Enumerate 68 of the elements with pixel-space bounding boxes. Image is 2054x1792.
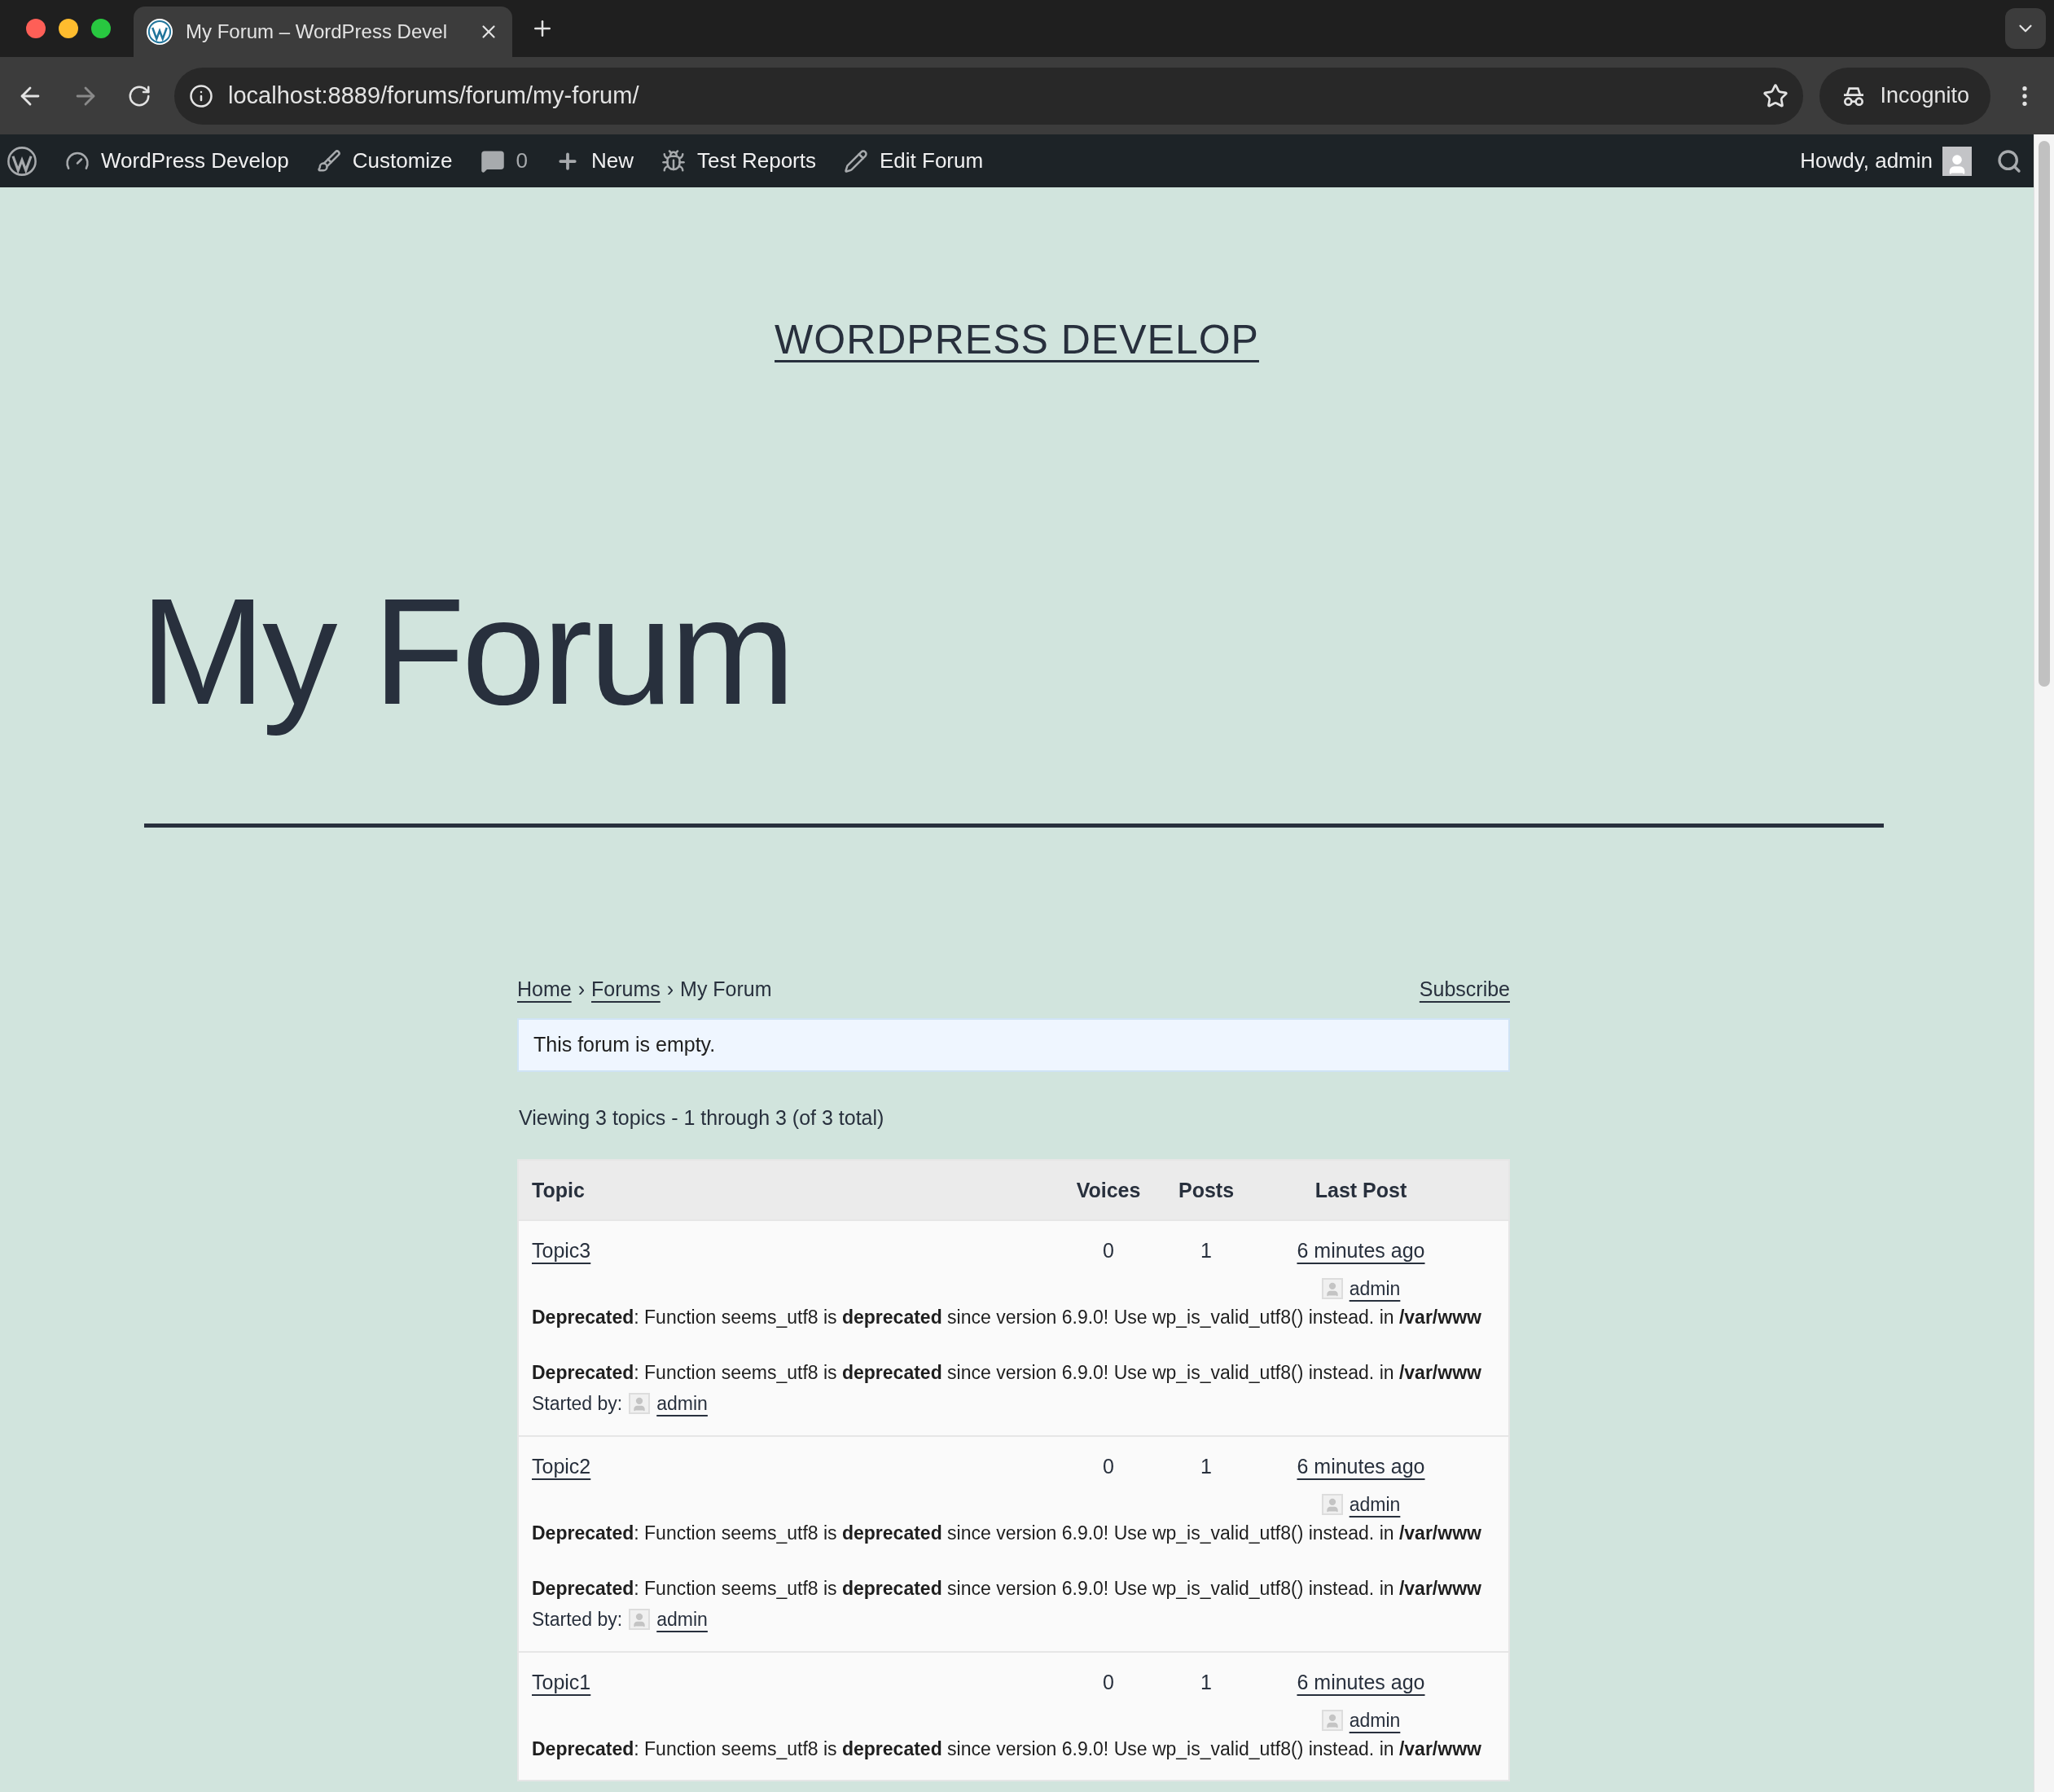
- breadcrumb-separator: ›: [577, 977, 585, 1003]
- column-header: Topic: [532, 1177, 586, 1203]
- tab-search-button[interactable]: [2005, 8, 2046, 49]
- topic-link[interactable]: Topic3: [532, 1236, 591, 1267]
- avatar-icon: [1942, 146, 1972, 176]
- notice-box: This forum is empty.: [517, 1017, 1510, 1072]
- avatar-icon: [1321, 1278, 1343, 1299]
- breadcrumb-separator: ›: [666, 977, 674, 1003]
- voices-count: 0: [1102, 1238, 1115, 1264]
- wordpress-icon[interactable]: [147, 20, 172, 44]
- author-link[interactable]: admin: [1349, 1274, 1401, 1303]
- bug-icon: [661, 148, 687, 173]
- author-link[interactable]: admin: [1349, 1706, 1401, 1734]
- deprecation-notice: Deprecated: Function seems_utf8 is deprecated since version 6.9.0! Use wp_is_valid_utf8() instead. in /var/www: [532, 1361, 1482, 1386]
- minimize-window-button[interactable]: [59, 19, 78, 38]
- admin-bar-item[interactable]: Test Reports: [661, 145, 816, 177]
- last-post-link[interactable]: 6 minutes ago: [1297, 1667, 1425, 1698]
- search-icon[interactable]: [1996, 147, 2022, 174]
- avatar-icon: [629, 1392, 651, 1414]
- account-menu[interactable]: Howdy, admin: [1800, 145, 1972, 177]
- incognito-button[interactable]: Incognito: [1819, 67, 1990, 125]
- started-by-label: Started by:: [532, 1607, 623, 1632]
- last-post-link[interactable]: 6 minutes ago: [1297, 1452, 1425, 1482]
- breadcrumb-link[interactable]: Forums: [591, 974, 661, 1005]
- author-link[interactable]: admin: [656, 1605, 708, 1633]
- brush-icon: [316, 148, 341, 173]
- admin-bar-item[interactable]: Edit Forum: [844, 145, 984, 177]
- started-by-label: Started by:: [532, 1391, 623, 1416]
- column-header: Posts: [1177, 1177, 1235, 1203]
- admin-bar-item[interactable]: New: [555, 145, 634, 177]
- tab-title: My Forum – WordPress Devel: [186, 20, 448, 44]
- last-post-link[interactable]: 6 minutes ago: [1297, 1236, 1425, 1267]
- column-header: Last Post: [1314, 1177, 1408, 1203]
- deprecation-notice: Deprecated: Function seems_utf8 is deprecated since version 6.9.0! Use wp_is_valid_utf8() instead. in /var/www: [532, 1522, 1482, 1546]
- posts-count: 1: [1200, 1454, 1213, 1480]
- browser-tab[interactable]: My Forum – WordPress Devel: [134, 7, 512, 57]
- close-window-button[interactable]: [26, 19, 46, 38]
- author-link[interactable]: admin: [656, 1389, 708, 1418]
- column-header: Voices: [1075, 1177, 1142, 1203]
- deprecation-notice: Deprecated: Function seems_utf8 is deprecated since version 6.9.0! Use wp_is_valid_utf8() instead. in /var/www: [532, 1737, 1482, 1761]
- avatar-icon: [1321, 1709, 1343, 1731]
- pencil-icon: [844, 148, 868, 173]
- avatar-icon: [629, 1608, 651, 1630]
- deprecation-notice: Deprecated: Function seems_utf8 is deprecated since version 6.9.0! Use wp_is_valid_utf8() instead. in /var/www: [532, 1577, 1482, 1601]
- admin-bar-item[interactable]: 0: [480, 145, 529, 177]
- breadcrumb-current: My Forum: [680, 977, 772, 1003]
- posts-count: 1: [1200, 1238, 1213, 1264]
- subscribe-link[interactable]: Subscribe: [1419, 974, 1510, 1005]
- avatar-icon: [1321, 1493, 1343, 1515]
- author-link[interactable]: admin: [1349, 1490, 1401, 1519]
- address-bar[interactable]: localhost:8889/forums/forum/my-forum/: [174, 67, 1804, 125]
- topic-link[interactable]: Topic2: [532, 1452, 591, 1482]
- deprecation-notice: Deprecated: Function seems_utf8 is deprecated since version 6.9.0! Use wp_is_valid_utf8() instead. in /var/www: [532, 1306, 1482, 1330]
- site-title[interactable]: WORDPRESS DEVELOP: [775, 310, 1259, 371]
- admin-bar-item[interactable]: WordPress Develop: [65, 145, 289, 177]
- info-icon[interactable]: [189, 83, 213, 108]
- pagination-count: Viewing 3 topics - 1 through 3 (of 3 total): [519, 1105, 885, 1131]
- voices-count: 0: [1102, 1454, 1115, 1480]
- bookmark-star-icon[interactable]: [1762, 82, 1789, 109]
- admin-bar-item[interactable]: Customize: [316, 145, 453, 177]
- voices-count: 0: [1102, 1670, 1115, 1695]
- breadcrumb-link[interactable]: Home: [517, 974, 572, 1005]
- wordpress-icon[interactable]: [7, 145, 37, 177]
- page-title: My Forum: [140, 567, 792, 737]
- posts-count: 1: [1200, 1670, 1213, 1695]
- scrollbar[interactable]: [2034, 134, 2054, 1792]
- topic-link[interactable]: Topic1: [532, 1667, 591, 1698]
- maximize-window-button[interactable]: [91, 19, 111, 38]
